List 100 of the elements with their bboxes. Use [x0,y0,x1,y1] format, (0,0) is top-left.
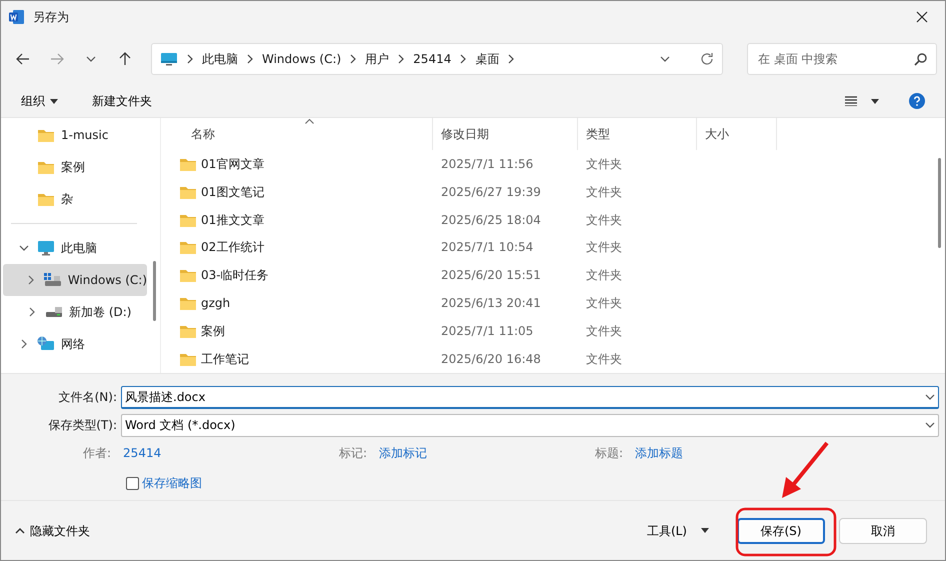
breadcrumb-item[interactable]: 此电脑 [202,50,238,68]
address-bar[interactable]: 此电脑 Windows (C:) 用户 25414 桌面 [151,42,723,74]
annotation-arrow [782,442,829,498]
monitor-icon [37,240,55,256]
field-label: 标记: [339,445,368,462]
table-cell-text: 文件夹 [585,239,623,256]
organize-menu-button[interactable]: 组织 [19,90,60,112]
close-icon [916,10,928,22]
file-name[interactable]: 03-临时任务 [201,266,269,284]
field-label: 文件名(N): [58,389,118,406]
view-options-button[interactable] [843,94,881,108]
drive-icon [45,304,63,320]
folder-icon [179,239,197,256]
field-label: 标题: [595,445,624,462]
search-box[interactable]: 在 桌面 中搜索 [747,42,937,74]
network-icon [37,336,55,352]
metadata-link[interactable]: 添加标记 [379,444,428,462]
checkbox[interactable] [126,476,139,490]
filename-field[interactable]: 风景描述.docx [125,388,925,406]
breadcrumb-item[interactable]: 桌面 [475,50,500,68]
dialog-button[interactable]: 取消 [839,518,927,544]
caret-icon [50,98,58,104]
table-cell-text: 文件夹 [585,295,623,312]
file-name[interactable]: gzgh [201,294,230,312]
table-cell-text: 2025/7/1 11:05 [440,323,534,340]
hide-folders-button[interactable]: 隐藏文件夹 [13,520,92,542]
table-cell-text: 2025/6/25 18:04 [440,212,542,229]
window-title: 另存为 [33,8,69,26]
field-label: 作者: [83,445,112,462]
table-cell-text: 文件夹 [585,156,623,173]
back-icon [16,52,30,64]
file-name[interactable]: 01官网文章 [201,154,264,173]
breadcrumb-item[interactable]: 25414 [413,50,452,68]
dialog-button[interactable]: 保存(S) [737,518,825,544]
chevron-up-icon [15,527,25,534]
caret-icon [871,98,879,104]
chevron-icon [925,392,935,400]
forward-icon [50,52,64,64]
sidebar-item[interactable]: 1-music [3,119,147,151]
word-logo-icon [9,8,25,24]
caret-icon [701,528,709,533]
folder-icon [179,323,197,340]
list-view-icon [845,96,857,106]
filename-box[interactable]: 风景描述.docx [121,386,939,408]
scrollbar-thumb[interactable] [153,261,156,321]
folder-icon [179,267,197,284]
sidebar-item[interactable]: 案例 [3,151,147,183]
breadcrumb-item[interactable]: Windows (C:) [262,50,342,68]
monitor-icon [160,52,178,66]
table-cell-text: 2025/6/20 16:48 [440,351,542,368]
table-cell-text: 2025/6/20 15:51 [440,267,542,284]
folder-icon [37,191,55,207]
column-header[interactable]: 修改日期 [433,118,578,150]
table-cell-text: 文件夹 [585,323,623,340]
field-label: 保存类型(T): [47,417,118,434]
sidebar-item[interactable]: 网络 [3,328,147,360]
scrollbar-thumb[interactable] [938,158,941,248]
file-name[interactable]: 工作笔记 [201,350,249,368]
tools-menu-button[interactable]: 工具(L) [644,520,711,542]
column-header[interactable]: 大小 [697,118,777,150]
table-cell-text: 2025/7/1 10:54 [440,239,534,256]
chevron-icon [660,54,670,62]
chevron-icon [349,54,358,64]
table-cell-text: 文件夹 [585,267,623,284]
breadcrumb-item[interactable]: 用户 [365,50,390,68]
chevron-icon [507,54,516,64]
help-button[interactable] [907,91,927,111]
sidebar-item[interactable]: Windows (C:) [3,264,147,296]
table-cell-text: 2025/6/27 19:39 [440,184,542,201]
chevron-icon [246,54,254,64]
checkbox-label[interactable]: 保存缩略图 [142,474,202,492]
sidebar-item[interactable]: 新加卷 (D:) [3,296,147,328]
table-cell-text: 2025/7/1 11:56 [440,156,534,173]
table-cell-text: 文件夹 [585,184,623,201]
up-arrow-icon [119,52,131,66]
chevron-icon [186,54,194,64]
chevron-icon [459,54,468,64]
metadata-link[interactable]: 25414 [123,444,162,462]
table-cell-text: 2025/6/13 20:41 [440,295,542,312]
drive-icon [44,272,62,288]
metadata-link[interactable]: 添加标题 [635,444,684,462]
refresh-icon [700,52,714,66]
sidebar-item[interactable]: 杂 [3,183,147,215]
search-icon [914,52,928,66]
file-name[interactable]: 01推文文章 [201,210,264,229]
chevron-icon [397,54,406,64]
chevron-icon [925,421,935,429]
column-header[interactable]: 名称 [161,118,433,150]
column-header[interactable]: 类型 [578,118,697,150]
file-name[interactable]: 案例 [201,322,225,340]
folder-icon [37,159,55,175]
file-type-dropdown[interactable]: Word 文档 (*.docx) [125,416,925,434]
folder-icon [179,295,197,312]
folder-icon [37,127,55,143]
sidebar-item[interactable]: 此电脑 [3,232,147,264]
table-cell-text: 文件夹 [585,351,623,368]
file-name[interactable]: 01图文笔记 [201,182,264,201]
file-name[interactable]: 02工作统计 [201,238,264,256]
new-folder-button[interactable]: 新建文件夹 [90,90,154,112]
file-type-box[interactable]: Word 文档 (*.docx) [121,414,939,436]
